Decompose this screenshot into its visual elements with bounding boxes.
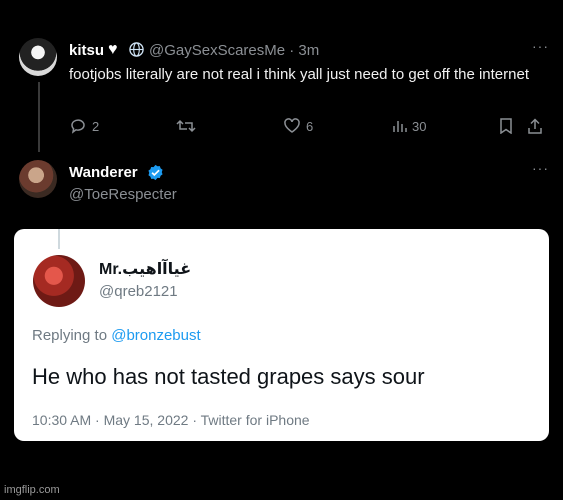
replying-handle: @bronzebust — [111, 327, 201, 344]
reply-button[interactable]: 2 — [69, 118, 99, 134]
quoted-tweet-text: He who has not tasted grapes says sour — [32, 364, 425, 389]
replying-prefix: Replying to — [32, 327, 112, 344]
retweet-button[interactable] — [176, 118, 201, 134]
handle-and-time[interactable]: @GaySexScaresMe · 3m — [149, 42, 319, 59]
more-options-icon[interactable]: ··· — [532, 38, 549, 54]
like-count: 6 — [306, 118, 314, 134]
replying-to: Replying to @bronzebust — [32, 327, 201, 344]
action-bar: 2 6 30 — [69, 118, 549, 138]
views-button[interactable]: 30 — [391, 118, 426, 134]
quoted-meta: 10:30 AM · May 15, 2022 · Twitter for iP… — [32, 412, 310, 428]
display-name[interactable]: kitsu — [69, 42, 104, 59]
retweet-icon — [176, 119, 196, 133]
thread-line — [38, 82, 40, 152]
bookmark-icon — [500, 118, 512, 134]
display-name[interactable]: Wanderer — [69, 164, 138, 181]
share-button[interactable] — [527, 118, 543, 134]
reply-count: 2 — [92, 118, 100, 134]
quoted-display-name: Mr.غياآاهيب — [99, 261, 192, 278]
avatar[interactable] — [19, 160, 57, 198]
bookmark-button[interactable] — [499, 118, 513, 134]
views-icon — [393, 121, 407, 132]
avatar[interactable] — [19, 38, 57, 76]
like-button[interactable]: 6 — [283, 118, 313, 134]
quoted-handle: @qreb2121 — [99, 283, 178, 300]
handle[interactable]: @ToeRespecter — [69, 186, 177, 203]
tweet-text: footjobs literally are not real i think … — [69, 66, 529, 83]
watermark: imgflip.com — [4, 484, 60, 496]
more-options-icon[interactable]: ··· — [532, 160, 549, 176]
heart-icon: ♥ — [108, 41, 118, 58]
reply-icon — [71, 119, 85, 134]
view-count: 30 — [412, 118, 427, 134]
avatar — [33, 255, 85, 307]
share-icon — [528, 118, 542, 134]
globe-icon — [129, 42, 144, 57]
embedded-tweet-image[interactable]: Mr.غياآاهيب @qreb2121 Replying to @bronz… — [14, 229, 549, 441]
verified-icon — [148, 164, 163, 181]
thread-line — [58, 229, 60, 249]
like-icon — [284, 118, 300, 133]
